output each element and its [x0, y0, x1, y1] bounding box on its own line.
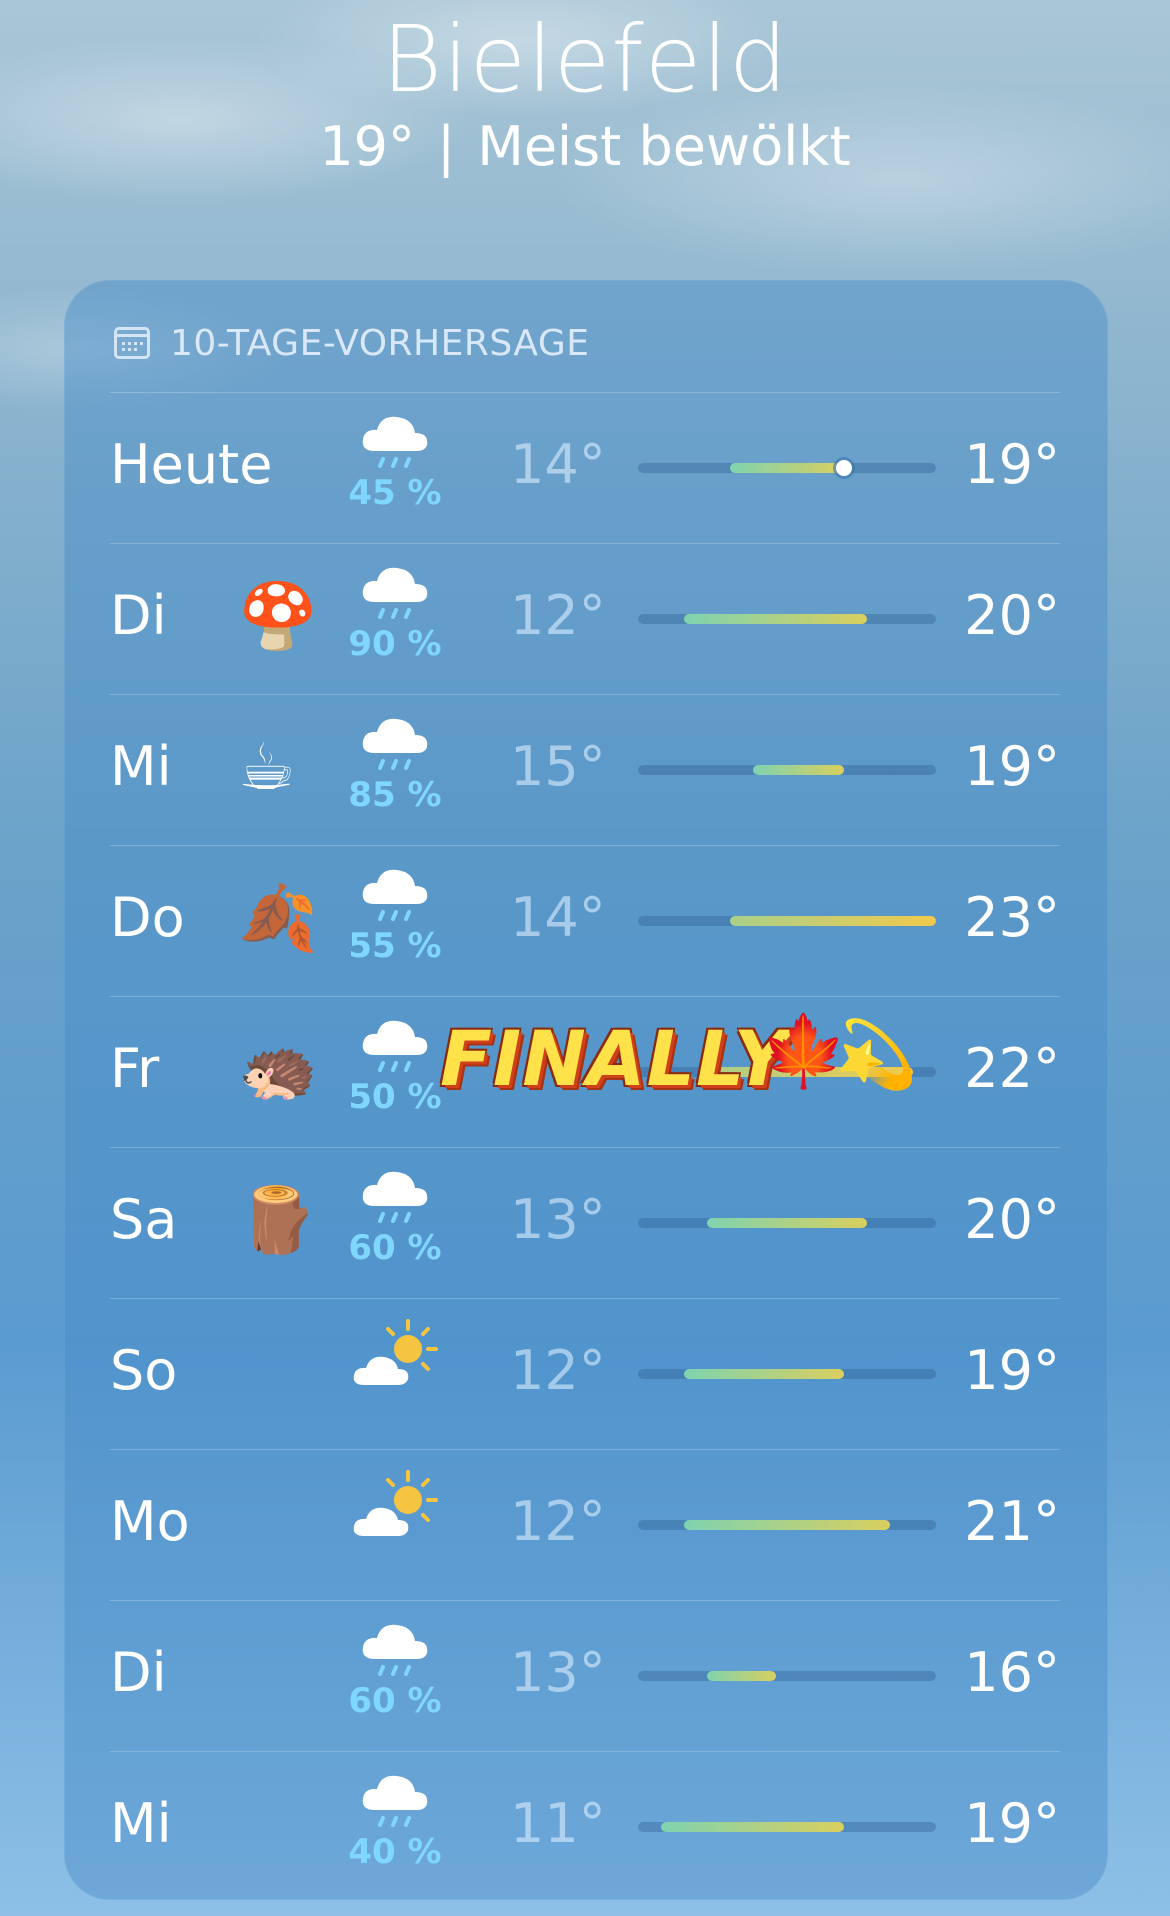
day-emoji-icon: ☕	[238, 731, 296, 805]
temperature-range-fill	[752, 765, 845, 775]
temperature-range-bar	[638, 1218, 936, 1228]
high-temperature: 19°	[964, 1792, 1060, 1855]
day-emoji-icon: 🪵	[238, 1184, 318, 1258]
low-temperature: 11°	[510, 1792, 606, 1855]
day-emoji-icon: 🍄	[238, 580, 318, 654]
forecast-row[interactable]: Mo 12° 21°	[110, 1449, 1060, 1600]
rain-cloud-icon: 60 %	[340, 1166, 450, 1286]
high-temperature: 19°	[964, 433, 1060, 496]
low-temperature: 14°	[510, 886, 606, 949]
forecast-day: Sa	[110, 1188, 178, 1251]
current-temperature: 19°	[319, 115, 416, 178]
rain-cloud-icon: 90 %	[340, 562, 450, 682]
temperature-range-bar	[638, 1671, 936, 1681]
forecast-day: Fr	[110, 1037, 160, 1100]
separator: |	[437, 115, 456, 178]
temperature-range-bar	[638, 1822, 936, 1832]
precipitation-chance: 60 %	[348, 1228, 442, 1268]
calendar-icon	[114, 327, 150, 359]
forecast-title: 10-TAGE-VORHERSAGE	[170, 322, 590, 364]
temperature-range-bar	[638, 765, 936, 775]
high-temperature: 23°	[964, 886, 1060, 949]
forecast-row[interactable]: Di 🍄 90 % 12° 20°	[110, 543, 1060, 694]
temperature-range-fill	[683, 1369, 845, 1379]
temperature-range-bar	[638, 1067, 936, 1077]
low-temperature: 15°	[510, 735, 606, 798]
precipitation-chance: 60 %	[348, 1681, 442, 1721]
temperature-range-fill	[683, 1520, 891, 1530]
location-header: Bielefeld 19° | Meist bewölkt	[0, 0, 1170, 177]
forecast-row[interactable]: Heute 45 % 14° 19°	[110, 392, 1060, 543]
high-temperature: 19°	[964, 735, 1060, 798]
temperature-range-bar	[638, 460, 936, 476]
forecast-day: Mo	[110, 1490, 190, 1553]
precipitation-chance: 40 %	[348, 1832, 442, 1872]
precipitation-chance: 90 %	[348, 624, 442, 664]
low-temperature: 13°	[510, 1188, 606, 1251]
temperature-range-bar	[638, 1369, 936, 1379]
forecast-day: Di	[110, 1641, 167, 1704]
forecast-day: Heute	[110, 433, 273, 496]
high-temperature: 19°	[964, 1339, 1060, 1402]
temperature-range-fill	[683, 614, 868, 624]
forecast-day: Do	[110, 886, 185, 949]
temperature-range-fill	[729, 916, 936, 926]
rain-cloud-icon: 55 %	[340, 864, 450, 984]
temperature-range-bar	[638, 1520, 936, 1530]
current-temperature-marker	[836, 460, 853, 476]
precipitation-chance: 45 %	[348, 473, 442, 513]
city-name: Bielefeld	[381, 6, 789, 113]
forecast-row[interactable]: Fr 🦔 50 % 22°	[110, 996, 1060, 1147]
current-condition: Meist bewölkt	[477, 115, 851, 178]
high-temperature: 21°	[964, 1490, 1060, 1553]
temperature-range-fill	[706, 1218, 868, 1228]
day-emoji-icon: 🦔	[238, 1033, 318, 1107]
forecast-row[interactable]: Do 🍂 55 % 14° 23°	[110, 845, 1060, 996]
high-temperature: 20°	[964, 584, 1060, 647]
day-emoji-icon: 🍂	[238, 882, 318, 956]
temperature-range-bar	[638, 614, 936, 624]
current-conditions: 19° | Meist bewölkt	[0, 117, 1170, 177]
forecast-row[interactable]: Di 60 % 13° 16°	[110, 1600, 1060, 1751]
forecast-row[interactable]: Mi 40 % 11° 19°	[110, 1751, 1060, 1900]
temperature-range-fill	[706, 1671, 776, 1681]
rain-cloud-icon: 85 %	[340, 713, 450, 833]
temperature-range-fill	[706, 1067, 914, 1077]
temperature-range-fill	[660, 1822, 845, 1832]
forecast-row[interactable]: Sa 🪵 60 % 13° 20°	[110, 1147, 1060, 1298]
rain-cloud-icon: 45 %	[340, 411, 450, 531]
forecast-day: Mi	[110, 1792, 172, 1855]
low-temperature: 12°	[510, 1339, 606, 1402]
low-temperature: 13°	[510, 1641, 606, 1704]
forecast-row[interactable]: So 12° 19°	[110, 1298, 1060, 1449]
ten-day-forecast-card[interactable]: 10-TAGE-VORHERSAGE Heute 45 % 14° 19° Di 🍄 90 …	[64, 280, 1108, 1900]
high-temperature: 20°	[964, 1188, 1060, 1251]
forecast-day: So	[110, 1339, 178, 1402]
forecast-day: Di	[110, 584, 167, 647]
temperature-range-fill	[729, 463, 845, 473]
rain-cloud-icon: 50 %	[340, 1015, 450, 1135]
forecast-day: Mi	[110, 735, 172, 798]
rain-cloud-icon: 60 %	[340, 1619, 450, 1739]
precipitation-chance: 55 %	[348, 926, 442, 966]
temperature-range-bar	[638, 916, 936, 926]
low-temperature: 12°	[510, 1490, 606, 1553]
partly-sunny-icon	[340, 1468, 450, 1588]
high-temperature: 16°	[964, 1641, 1060, 1704]
precipitation-chance: 50 %	[348, 1077, 442, 1117]
rain-cloud-icon: 40 %	[340, 1770, 450, 1890]
low-temperature: 12°	[510, 584, 606, 647]
forecast-row[interactable]: Mi ☕ 85 % 15° 19°	[110, 694, 1060, 845]
partly-sunny-icon	[340, 1317, 450, 1437]
precipitation-chance: 85 %	[348, 775, 442, 815]
forecast-header: 10-TAGE-VORHERSAGE	[114, 318, 590, 368]
low-temperature: 14°	[510, 433, 606, 496]
high-temperature: 22°	[964, 1037, 1060, 1100]
